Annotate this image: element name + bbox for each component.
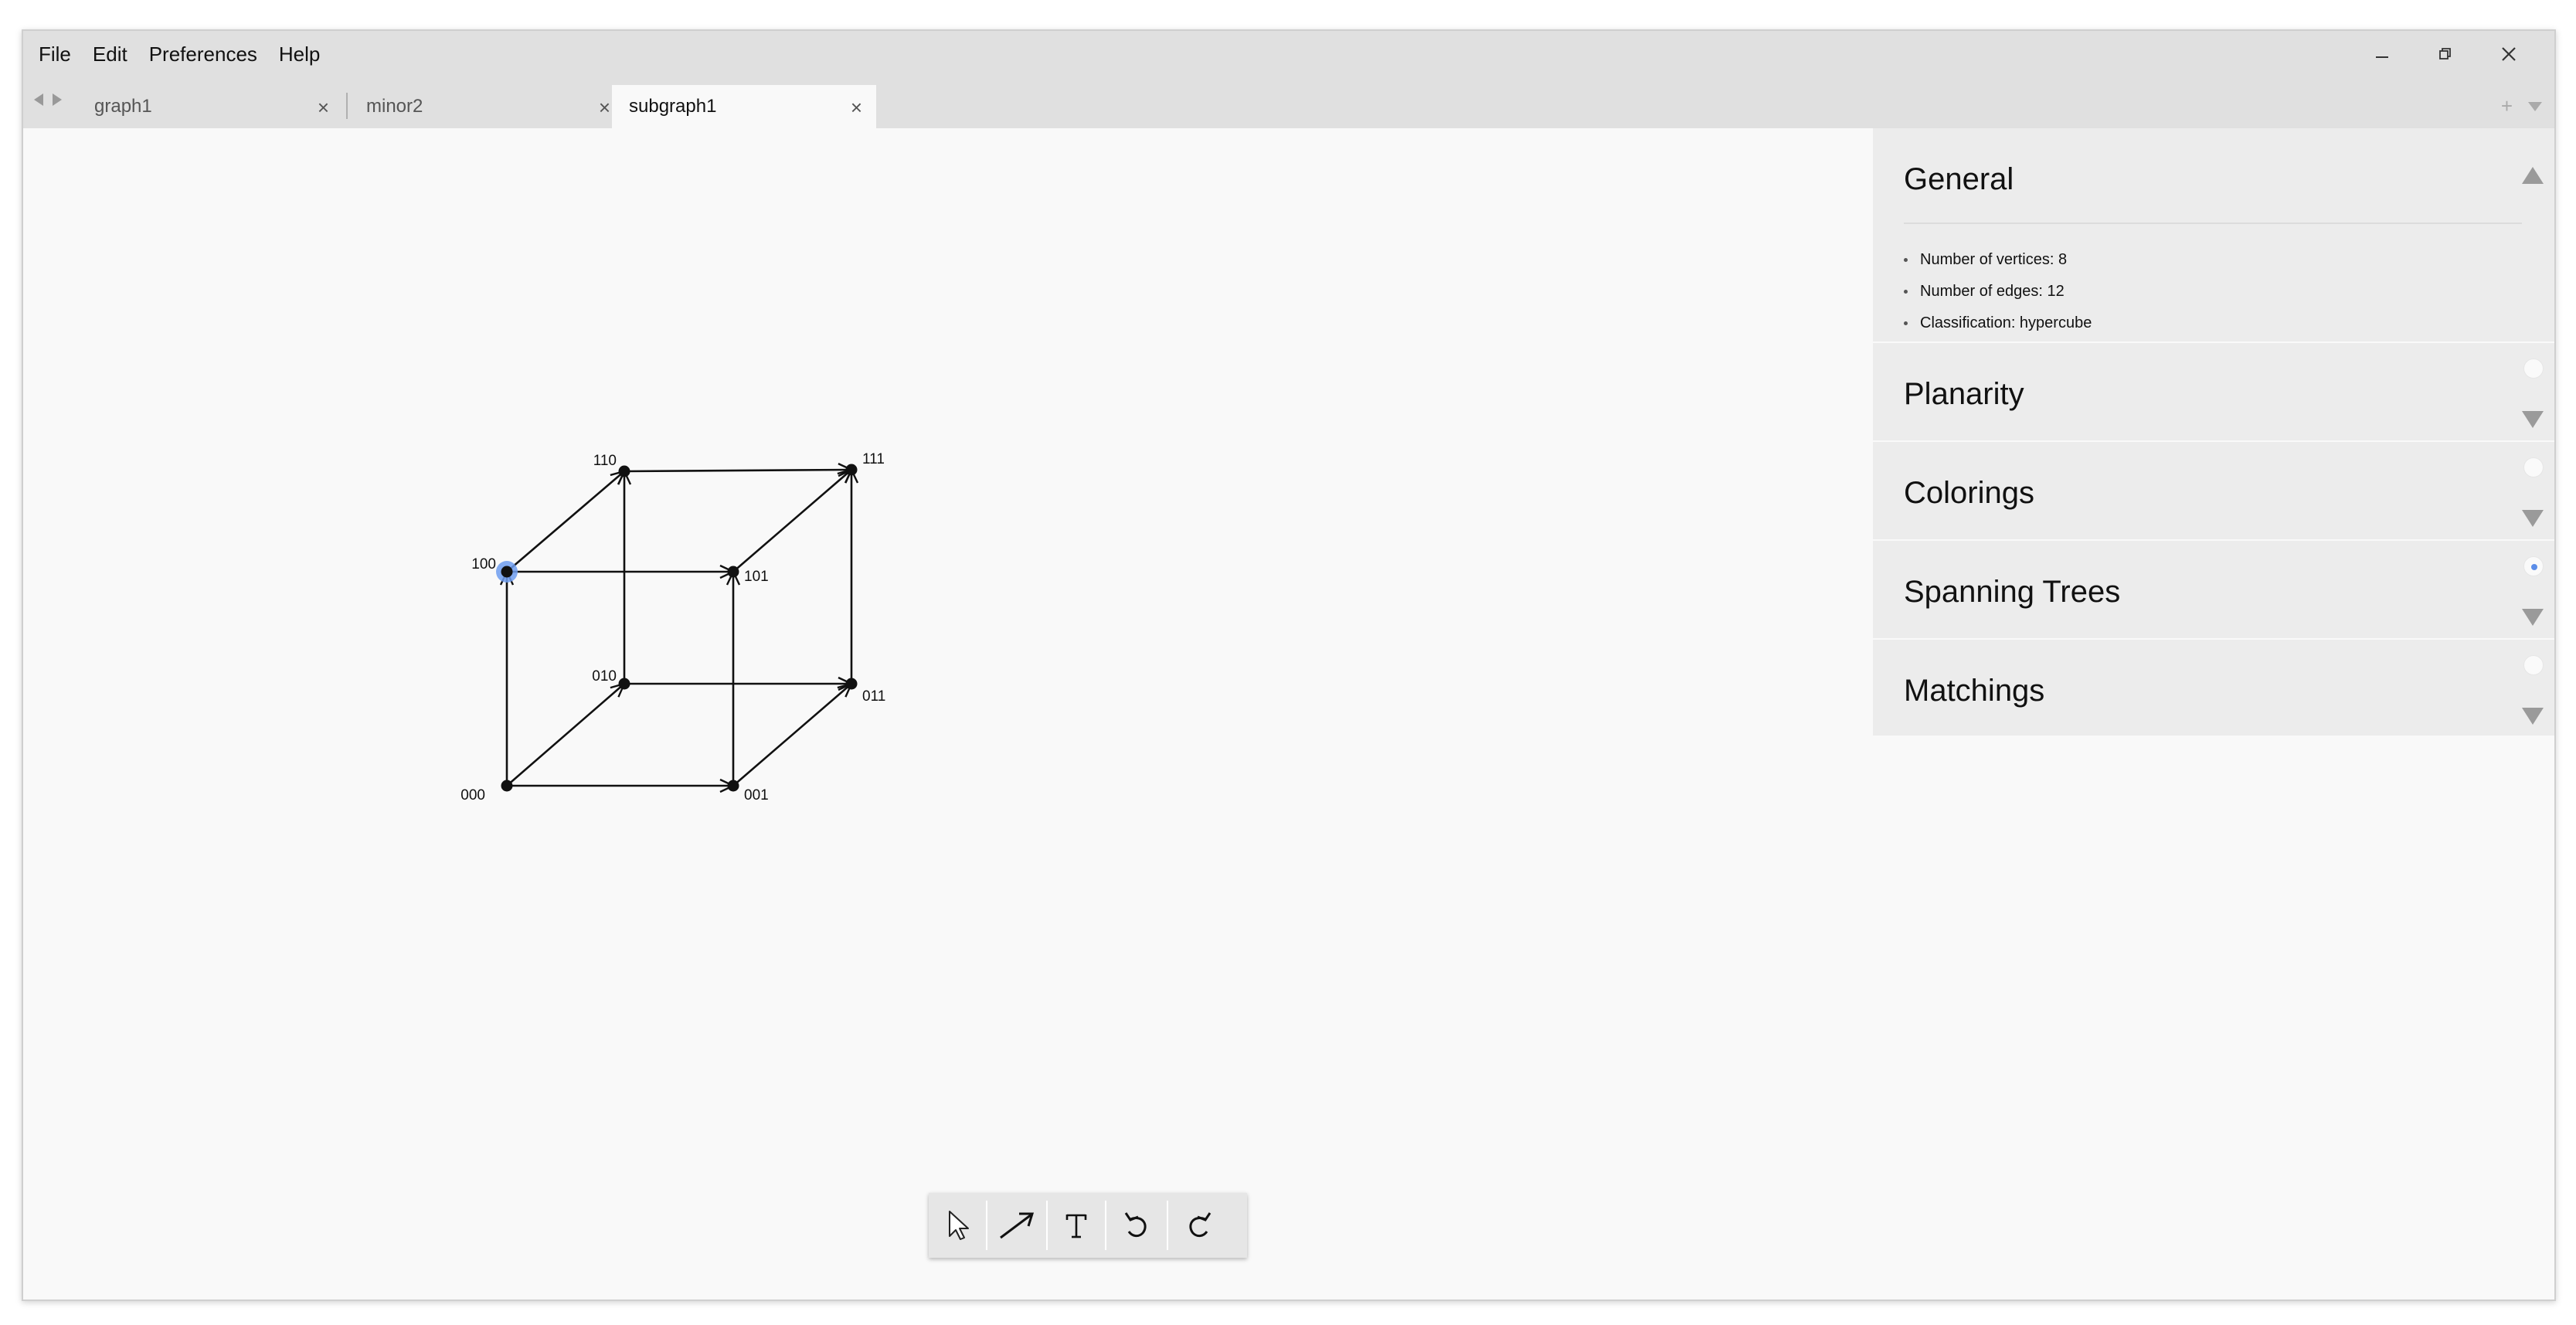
graph-edge[interactable] xyxy=(624,470,851,471)
graph-vertex[interactable] xyxy=(501,780,513,792)
graph-svg[interactable]: 000 001 010 011 100 101 110 111 xyxy=(23,128,1878,1301)
graph-edge[interactable] xyxy=(732,470,851,572)
tab-subgraph1[interactable]: subgraph1 × xyxy=(612,85,876,128)
graph-vertex[interactable] xyxy=(501,566,513,578)
graph-canvas[interactable]: 000 001 010 011 100 101 110 111 xyxy=(23,128,1878,1301)
tab-label: graph1 xyxy=(94,96,152,117)
stat-vertices: Number of vertices: 8 xyxy=(1904,244,2092,276)
section-title: Colorings xyxy=(1904,476,2034,510)
graph-vertex[interactable] xyxy=(845,678,858,690)
expand-arrow-icon[interactable] xyxy=(2522,411,2544,428)
vertex-label: 010 xyxy=(592,668,617,685)
menu-help[interactable]: Help xyxy=(279,42,320,66)
properties-panel: General Number of vertices: 8 Number of … xyxy=(1873,128,2554,737)
close-icon xyxy=(2502,47,2516,61)
restore-button[interactable] xyxy=(2414,31,2477,77)
graph-edge[interactable] xyxy=(506,684,624,787)
vertex-label: 011 xyxy=(862,688,885,705)
graph-edge[interactable] xyxy=(506,471,624,572)
app-window: File Edit Preferences Help graph1 × mino… xyxy=(22,29,2556,1301)
right-arrow-icon[interactable] xyxy=(51,91,63,108)
expand-arrow-icon[interactable] xyxy=(2522,510,2544,527)
text-icon xyxy=(1065,1214,1087,1238)
tab-close-icon[interactable]: × xyxy=(599,96,610,120)
expand-arrow-icon[interactable] xyxy=(2522,609,2544,626)
edge-tool[interactable] xyxy=(987,1201,1048,1250)
tab-minor2[interactable]: minor2 × xyxy=(349,85,624,128)
status-dot-icon xyxy=(2523,457,2544,477)
drawing-toolbar xyxy=(929,1193,1247,1258)
vertex-label: 100 xyxy=(471,556,496,572)
section-general[interactable]: General Number of vertices: 8 Number of … xyxy=(1873,128,2554,343)
section-title: Spanning Trees xyxy=(1904,575,2121,609)
general-stats: Number of vertices: 8 Number of edges: 1… xyxy=(1904,244,2092,339)
tab-nav xyxy=(32,91,63,108)
divider xyxy=(1904,223,2522,224)
tab-strip-actions: + xyxy=(2501,94,2544,118)
text-tool[interactable] xyxy=(1048,1201,1106,1250)
collapse-arrow-icon[interactable] xyxy=(2522,167,2544,184)
undo-button[interactable] xyxy=(1106,1201,1168,1250)
section-colorings[interactable]: Colorings xyxy=(1873,442,2554,541)
undo-icon xyxy=(1124,1212,1147,1238)
menu-preferences[interactable]: Preferences xyxy=(149,42,257,66)
graph-vertex[interactable] xyxy=(727,780,739,792)
graph-vertex[interactable] xyxy=(845,464,858,476)
menu-bar: File Edit Preferences Help xyxy=(23,31,2554,77)
tab-separator xyxy=(346,93,348,119)
plus-icon[interactable]: + xyxy=(2501,94,2513,118)
vertex-label: 101 xyxy=(744,569,769,585)
menu-file[interactable]: File xyxy=(39,42,71,66)
left-arrow-icon[interactable] xyxy=(32,91,45,108)
stat-classification: Classification: hypercube xyxy=(1904,307,2092,339)
close-window-button[interactable] xyxy=(2477,31,2540,77)
graph-vertex[interactable] xyxy=(618,678,630,690)
window-controls xyxy=(2350,31,2540,77)
section-title: General xyxy=(1904,162,2014,196)
tab-label: minor2 xyxy=(366,96,423,117)
section-planarity[interactable]: Planarity xyxy=(1873,343,2554,442)
status-dot-icon xyxy=(2523,556,2544,576)
section-spanning-trees[interactable]: Spanning Trees xyxy=(1873,541,2554,640)
minimize-button[interactable] xyxy=(2350,31,2414,77)
tab-graph1[interactable]: graph1 × xyxy=(77,85,343,128)
redo-icon xyxy=(1189,1212,1212,1238)
tab-strip: graph1 × minor2 × subgraph1 × + xyxy=(23,77,2554,128)
section-title: Matchings xyxy=(1904,674,2045,708)
vertex-label: 001 xyxy=(744,787,769,803)
tab-close-icon[interactable]: × xyxy=(851,96,862,120)
graph-edge[interactable] xyxy=(732,684,851,787)
vertex-label: 000 xyxy=(460,787,485,803)
section-title: Planarity xyxy=(1904,377,2024,411)
arrow-icon xyxy=(1000,1212,1035,1239)
tab-label: subgraph1 xyxy=(629,96,717,117)
select-tool[interactable] xyxy=(929,1201,987,1250)
menu-edit[interactable]: Edit xyxy=(93,42,127,66)
chevron-down-icon[interactable] xyxy=(2527,99,2544,116)
vertex-label: 110 xyxy=(593,453,617,469)
graph-vertex[interactable] xyxy=(727,566,739,578)
stat-edges: Number of edges: 12 xyxy=(1904,276,2092,307)
status-dot-icon xyxy=(2523,358,2544,379)
expand-arrow-icon[interactable] xyxy=(2522,708,2544,725)
section-matchings[interactable]: Matchings xyxy=(1873,640,2554,737)
pointer-icon xyxy=(949,1211,969,1240)
vertex-label: 111 xyxy=(862,451,885,467)
minimize-icon xyxy=(2376,56,2388,58)
redo-button[interactable] xyxy=(1168,1201,1230,1250)
restore-icon xyxy=(2439,48,2451,59)
tab-close-icon[interactable]: × xyxy=(318,96,329,120)
graph-vertex[interactable] xyxy=(618,465,630,477)
status-dot-icon xyxy=(2523,655,2544,675)
